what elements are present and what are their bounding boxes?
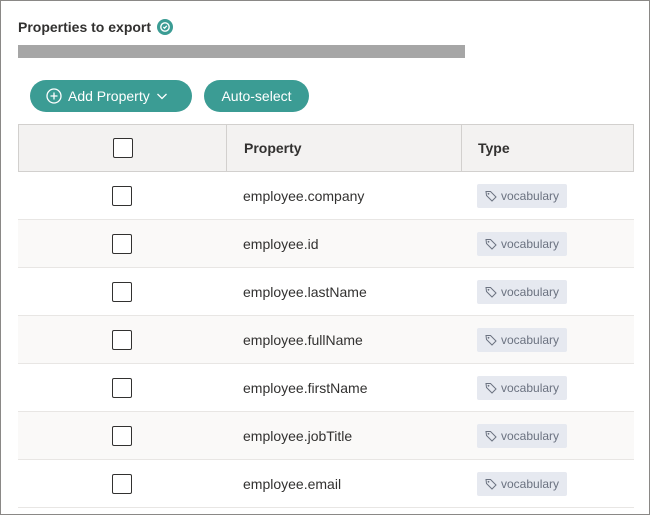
- type-tag: vocabulary: [477, 327, 568, 352]
- property-name: employee.email: [243, 475, 342, 492]
- table-row[interactable]: employee.jobTitle vocabulary: [18, 412, 634, 460]
- tag-icon: [485, 382, 497, 394]
- tag-icon: [485, 334, 497, 346]
- add-property-button[interactable]: Add Property: [30, 80, 192, 112]
- select-all-checkbox[interactable]: [112, 138, 133, 158]
- row-select-cell: [18, 172, 226, 219]
- export-panel: Properties to export Add Property Auto-s…: [0, 0, 650, 515]
- property-name: employee.id: [243, 235, 319, 252]
- property-name: employee.firstName: [243, 379, 368, 396]
- progress-bar: [18, 45, 465, 58]
- type-tag: vocabulary: [477, 375, 568, 400]
- table-row[interactable]: employee.id vocabulary: [18, 220, 634, 268]
- type-tag: vocabulary: [477, 423, 568, 448]
- column-header-type[interactable]: Type: [462, 125, 633, 171]
- select-all-cell: [19, 125, 227, 171]
- properties-table: Property Type employee.company vocabular…: [18, 124, 634, 508]
- row-select-cell: [18, 364, 226, 411]
- row-select-cell: [18, 412, 226, 459]
- table-row[interactable]: employee.email vocabulary: [18, 460, 634, 508]
- row-checkbox[interactable]: [112, 377, 132, 398]
- table-row[interactable]: employee.company vocabulary: [18, 172, 634, 220]
- property-name: employee.company: [243, 187, 365, 204]
- table-header: Property Type: [18, 124, 634, 172]
- column-header-property[interactable]: Property: [227, 125, 462, 171]
- row-select-cell: [18, 316, 226, 363]
- tag-icon: [485, 286, 497, 298]
- type-cell: vocabulary: [461, 364, 634, 411]
- type-tag-label: vocabulary: [501, 284, 560, 299]
- add-property-label: Add Property: [68, 88, 150, 104]
- toolbar: Add Property Auto-select: [30, 80, 309, 112]
- type-cell: vocabulary: [461, 460, 634, 507]
- type-tag: vocabulary: [477, 183, 568, 208]
- tag-icon: [485, 430, 497, 442]
- panel-title: Properties to export: [18, 19, 152, 35]
- property-name: employee.jobTitle: [243, 427, 353, 444]
- type-cell: vocabulary: [461, 220, 634, 267]
- row-checkbox[interactable]: [112, 425, 132, 446]
- type-tag-label: vocabulary: [501, 236, 560, 251]
- table-row[interactable]: employee.firstName vocabulary: [18, 364, 634, 412]
- row-select-cell: [18, 268, 226, 315]
- info-icon[interactable]: [157, 19, 174, 35]
- type-cell: vocabulary: [461, 412, 634, 459]
- type-cell: vocabulary: [461, 268, 634, 315]
- type-cell: vocabulary: [461, 316, 634, 363]
- property-name: employee.fullName: [243, 331, 363, 348]
- table-row[interactable]: employee.fullName vocabulary: [18, 316, 634, 364]
- row-checkbox[interactable]: [112, 185, 132, 206]
- auto-select-button[interactable]: Auto-select: [204, 80, 309, 112]
- type-cell: vocabulary: [461, 172, 634, 219]
- chevron-down-icon: [156, 90, 168, 102]
- tag-icon: [485, 190, 497, 202]
- panel-header: Properties to export: [18, 19, 174, 35]
- type-tag: vocabulary: [477, 471, 568, 496]
- type-tag-label: vocabulary: [501, 188, 560, 203]
- type-tag-label: vocabulary: [501, 380, 560, 395]
- row-checkbox[interactable]: [112, 281, 132, 302]
- row-checkbox[interactable]: [112, 233, 132, 254]
- property-name: employee.lastName: [243, 283, 367, 300]
- progress-bar-fill: [18, 45, 465, 58]
- type-tag-label: vocabulary: [501, 476, 560, 491]
- row-checkbox[interactable]: [112, 473, 132, 494]
- type-tag-label: vocabulary: [501, 332, 560, 347]
- row-select-cell: [18, 220, 226, 267]
- type-tag: vocabulary: [477, 279, 568, 304]
- auto-select-label: Auto-select: [221, 88, 292, 104]
- table-body: employee.company vocabulary employee.id: [18, 172, 634, 508]
- table-row[interactable]: employee.lastName vocabulary: [18, 268, 634, 316]
- type-tag: vocabulary: [477, 231, 568, 256]
- row-select-cell: [18, 460, 226, 507]
- add-circle-icon: [46, 88, 62, 104]
- tag-icon: [485, 238, 497, 250]
- tag-icon: [485, 478, 497, 490]
- row-checkbox[interactable]: [112, 329, 132, 350]
- type-tag-label: vocabulary: [501, 428, 560, 443]
